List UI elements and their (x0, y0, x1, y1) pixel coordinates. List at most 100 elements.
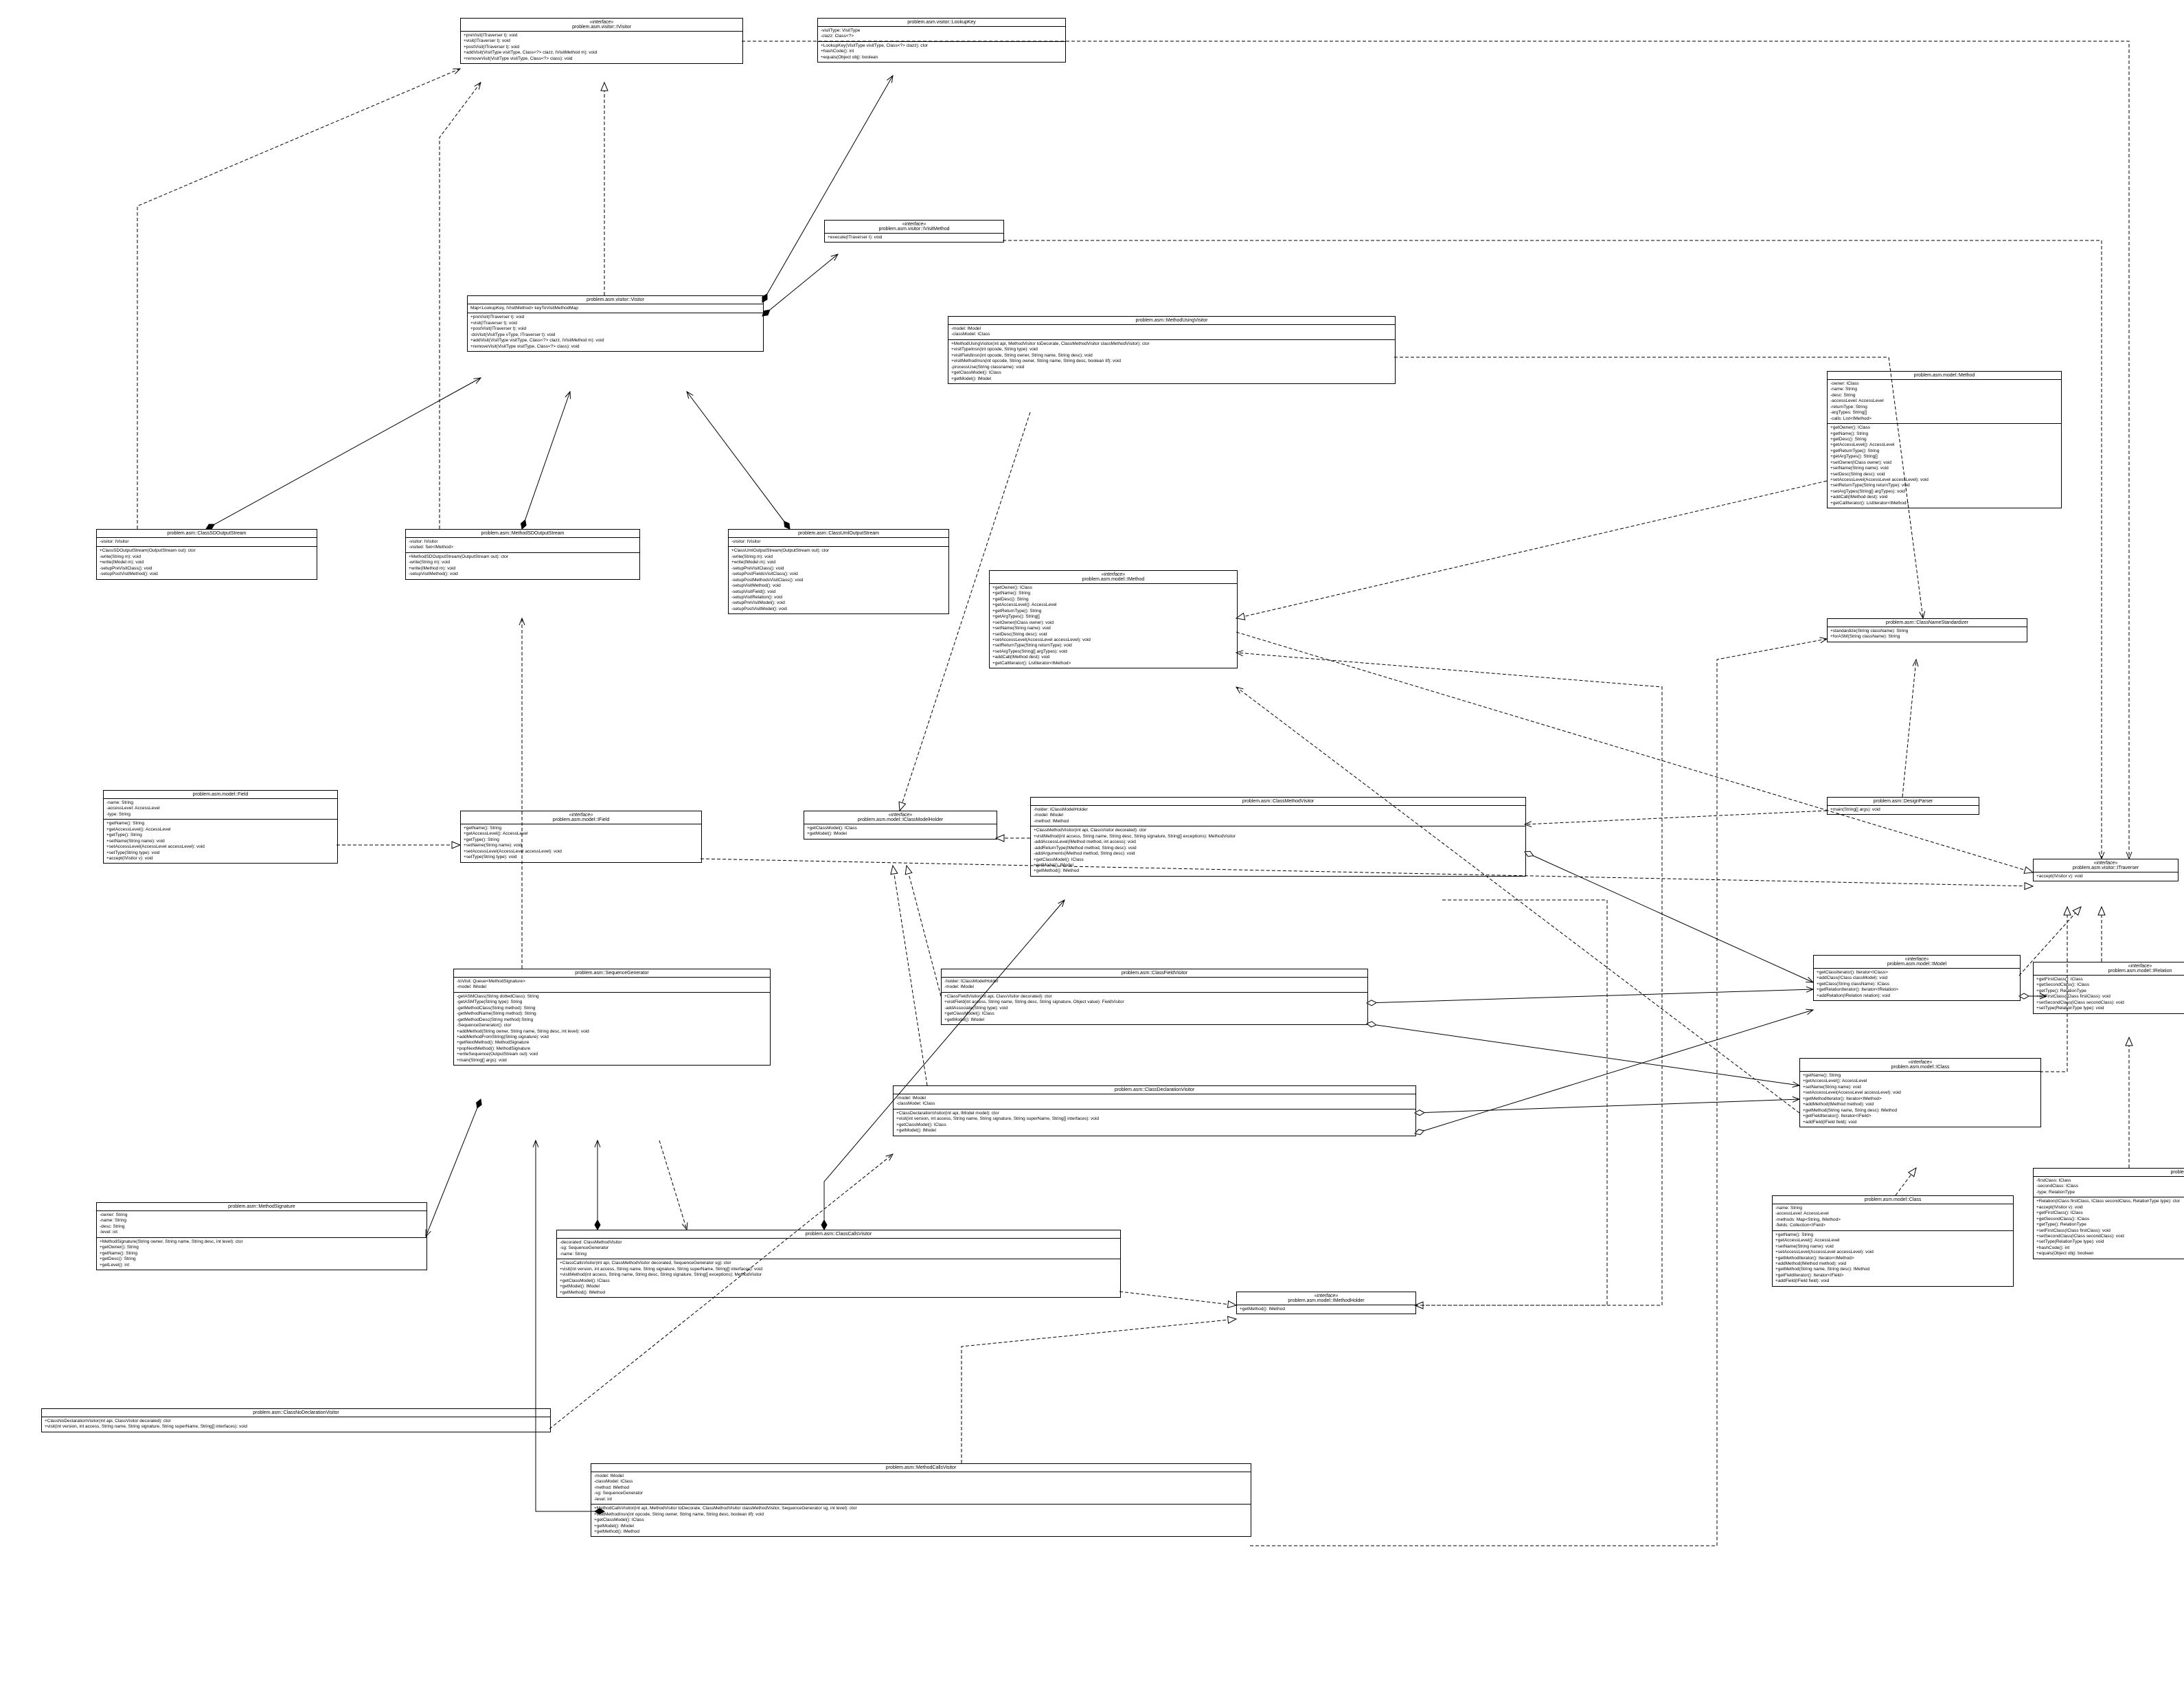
attrs: Map<LookupKey, IVisitMethod> keyToVisitM… (468, 304, 763, 313)
class-name: problem.asm.visitor::IVisitMethod (828, 227, 1001, 232)
class-Method: problem.asm.model::Method -owner: IClass… (1827, 371, 2062, 508)
members: +standardize(String className): String +… (1828, 627, 2027, 642)
members: +getClassIterator(): Iterator<IClass> +a… (1814, 969, 2020, 1000)
class-IClassModelHolder: «interface» problem.asm.model::IClassMod… (804, 811, 997, 840)
class-name: problem.asm.model::Field (106, 792, 334, 797)
attrs: -visitor: IVisitor -visited: Set<IMethod… (406, 538, 639, 553)
class-name: problem.asm.model::IMethodHolder (1240, 1298, 1413, 1303)
stereotype: «interface» (807, 813, 994, 818)
class-Relation: problem.asm.model::Relation -firstClass:… (2033, 1168, 2184, 1259)
class-name: problem.asm::MethodUsingVisitor (951, 318, 1392, 323)
stereotype: «interface» (2036, 861, 2175, 866)
members: +execute(ITraverser t): void (825, 234, 1003, 242)
attrs: -toVisit: Queue<MethodSignature> -model:… (454, 978, 770, 993)
class-Visitor: problem.asm.visitor::Visitor Map<LookupK… (467, 295, 764, 352)
members: +MethodUsingVisitor(int api, MethodVisit… (948, 340, 1395, 383)
members: +main(String[] args): void (1828, 806, 1979, 814)
class-MethodUsingVisitor: problem.asm::MethodUsingVisitor -model: … (948, 316, 1396, 384)
class-name: problem.asm::MethodSignature (100, 1204, 424, 1209)
attrs: -owner: IClass -name: String -desc: Stri… (1828, 380, 2061, 424)
members: +ClassFieldVisitor(int api, ClassVisitor… (942, 993, 1367, 1024)
stereotype: «interface» (464, 20, 740, 25)
class-SequenceGenerator: problem.asm::SequenceGenerator -toVisit:… (453, 969, 771, 1066)
attrs: -visitor: IVisitor (97, 538, 317, 547)
class-ClassNoDeclarationVisitor: problem.asm::ClassNoDeclarationVisitor +… (41, 1408, 551, 1432)
class-IClass: «interface» problem.asm.model::IClass +g… (1799, 1058, 2041, 1127)
class-name: problem.asm::MethodSDOutputStream (409, 531, 637, 536)
class-name: problem.asm::ClassNoDeclarationVisitor (45, 1410, 547, 1415)
members: +getMethod(): IMethod (1237, 1305, 1415, 1314)
class-name: problem.asm.model::Relation (2036, 1170, 2184, 1175)
class-ClassDeclarationVisitor: problem.asm::ClassDeclarationVisitor -mo… (893, 1085, 1416, 1136)
class-name: problem.asm::ClassNameStandardizer (1830, 620, 2024, 625)
class-name: problem.asm::ClassUmlOutputStream (731, 531, 946, 536)
members: +getName(): String +getAccessLevel(): Ac… (1800, 1072, 2040, 1127)
members: +getName(): String +getAccessLevel(): Ac… (461, 824, 701, 862)
members: +getOwner(): IClass +getName(): String +… (990, 584, 1237, 668)
class-MethodSignature: problem.asm::MethodSignature -owner: Str… (96, 1202, 427, 1270)
class-name: problem.asm.visitor::Visitor (470, 297, 760, 302)
class-DesignParser: problem.asm::DesignParser +main(String[]… (1827, 797, 1979, 815)
members: +preVisit(ITraverser t): void +visit(ITr… (461, 32, 742, 63)
members: +MethodSDOutputStream(OutputStream out):… (406, 553, 639, 579)
members: -getASMClass(String dottedClass): String… (454, 993, 770, 1065)
class-name: problem.asm.model::Class (1775, 1197, 2010, 1202)
class-IVisitor: «interface» problem.asm.visitor::IVisito… (460, 18, 743, 64)
members: +MethodCallsVisitor(int api, MethodVisit… (591, 1505, 1251, 1536)
class-IField: «interface» problem.asm.model::IField +g… (460, 811, 702, 863)
members: +MethodSignature(String owner, String na… (97, 1238, 426, 1270)
class-name: problem.asm.model::IModel (1817, 962, 2017, 967)
class-name: problem.asm.model::IClass (1803, 1065, 2038, 1070)
members: +getName(): String +getAccessLevel(): Ac… (104, 820, 337, 863)
stereotype: «interface» (2036, 964, 2184, 969)
class-MethodCallsVisitor: problem.asm::MethodCallsVisitor -model: … (591, 1463, 1251, 1537)
class-ITraverser: «interface» problem.asm.visitor::ITraver… (2033, 859, 2179, 881)
attrs: -holder: IClassModelHolder -model: IMode… (1031, 806, 1525, 826)
class-name: problem.asm::ClassFieldVisitor (944, 971, 1365, 976)
attrs: -visitor: IVisitor (729, 538, 948, 547)
members: +ClassCallsVisitor(int api, ClassMethodV… (557, 1259, 1120, 1297)
class-name: problem.asm.visitor::ITraverser (2036, 866, 2175, 870)
stereotype: «interface» (992, 572, 1234, 577)
members: +getName(): String +getAccessLevel(): Ac… (1773, 1231, 2013, 1286)
class-IModel: «interface» problem.asm.model::IModel +g… (1813, 955, 2021, 1001)
class-ClassCallsVisitor: problem.asm::ClassCallsVisitor -decorate… (556, 1230, 1121, 1298)
class-IMethodHolder: «interface» problem.asm.model::IMethodHo… (1236, 1292, 1416, 1314)
class-IVisitMethod: «interface» problem.asm.visitor::IVisitM… (824, 220, 1004, 243)
members: +ClassUmlOutputStream(OutputStream out):… (729, 547, 948, 613)
members: +getFirstClass(): IClass +getSecondClass… (2034, 976, 2184, 1013)
members: +getClassModel(): IClass +getModel(): IM… (804, 824, 997, 839)
class-ClassUmlOutputStream: problem.asm::ClassUmlOutputStream -visit… (728, 529, 949, 614)
attrs: -model: IModel -classModel: IClass (894, 1094, 1415, 1109)
class-ClassMethodVisitor: problem.asm::ClassMethodVisitor -holder:… (1030, 797, 1526, 877)
stereotype: «interface» (828, 222, 1001, 227)
members: +ClassNoDeclarationVisitor(int api, Clas… (42, 1417, 550, 1432)
stereotype: «interface» (1803, 1060, 2038, 1065)
members: +ClassMethodVisitor(int api, ClassVisito… (1031, 826, 1525, 876)
members: +ClassDeclarationVisitor(int api, IModel… (894, 1109, 1415, 1136)
class-Class: problem.asm.model::Class -name: String -… (1772, 1195, 2014, 1287)
attrs: -firstClass: IClass -secondClass: IClass… (2034, 1177, 2184, 1197)
class-name: problem.asm::SequenceGenerator (457, 971, 767, 976)
class-name: problem.asm.model::IField (464, 818, 698, 822)
class-name: problem.asm.visitor::LookupKey (821, 20, 1062, 25)
attrs: -visitType: VisitType -clazz: Class<?> (818, 27, 1065, 42)
class-name: problem.asm::ClassDeclarationVisitor (896, 1088, 1413, 1092)
members: +preVisit(ITraverser t): void +visit(ITr… (468, 313, 763, 351)
class-ClassSDOutputStream: problem.asm::ClassSDOutputStream -visito… (96, 529, 317, 580)
stereotype: «interface» (464, 813, 698, 818)
members: +Relation(IClass firstClass, IClass seco… (2034, 1197, 2184, 1258)
stereotype: «interface» (1240, 1294, 1413, 1298)
class-name: problem.asm::ClassMethodVisitor (1034, 799, 1523, 804)
class-name: problem.asm.model::IRelation (2036, 969, 2184, 973)
members: +getOwner(): IClass +getName(): String +… (1828, 424, 2061, 508)
class-LookupKey: problem.asm.visitor::LookupKey -visitTyp… (817, 18, 1066, 63)
class-IMethod: «interface» problem.asm.model::IMethod +… (989, 570, 1238, 668)
class-ClassFieldVisitor: problem.asm::ClassFieldVisitor -holder: … (941, 969, 1368, 1025)
class-name: problem.asm.model::IClassModelHolder (807, 818, 994, 822)
class-name: problem.asm::ClassCallsVisitor (560, 1232, 1117, 1237)
attrs: -decorated: ClassMethodVisitor -sg: Sequ… (557, 1239, 1120, 1259)
attrs: -name: String -accessLevel: AccessLevel … (104, 799, 337, 820)
class-ClassNameStandardizer: problem.asm::ClassNameStandardizer +stan… (1827, 618, 2027, 642)
attrs: -model: IModel -classModel: IClass -meth… (591, 1472, 1251, 1505)
